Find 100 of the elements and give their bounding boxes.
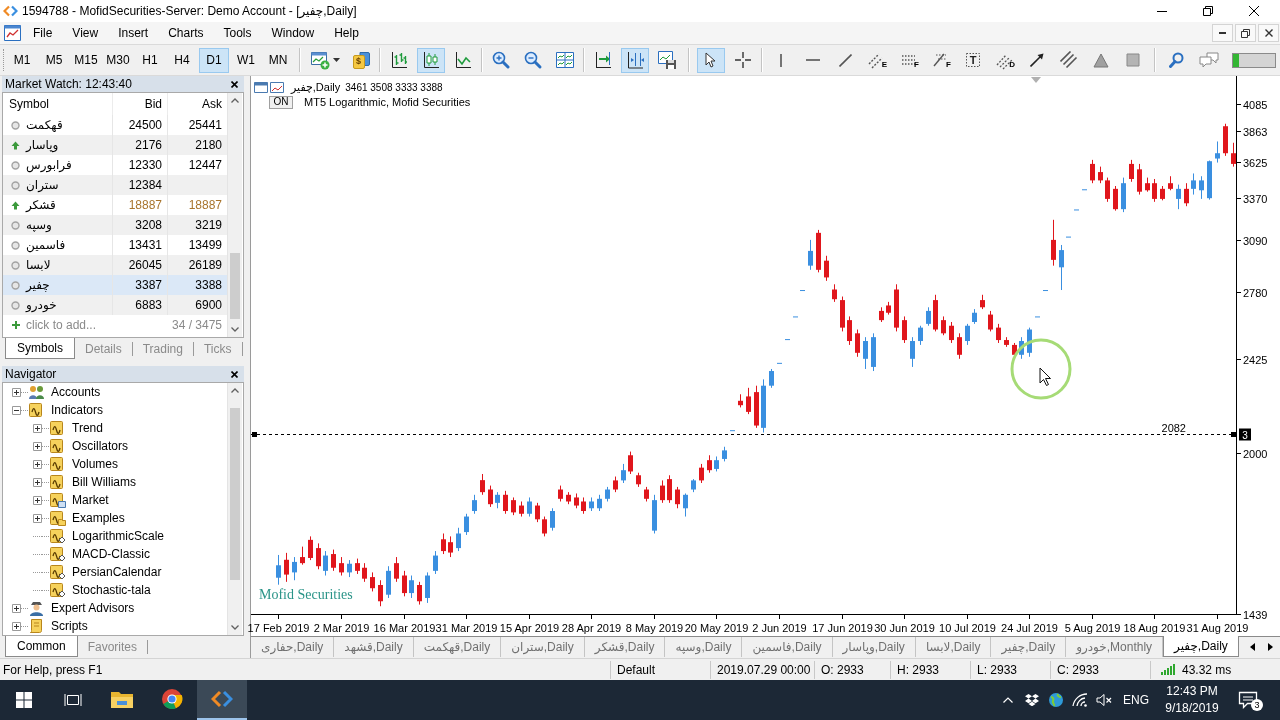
- close-button[interactable]: [229, 369, 239, 379]
- fibo-fan-button[interactable]: F: [927, 47, 955, 73]
- indicator-toggle[interactable]: ON: [269, 95, 293, 109]
- candle-body: [597, 498, 602, 509]
- menu-item[interactable]: Charts: [158, 23, 214, 43]
- chart-window-icon: [254, 82, 286, 93]
- scrollbar-thumb[interactable]: [230, 408, 240, 580]
- chart-tab[interactable]: قشهد,Daily: [334, 637, 414, 657]
- tree-item[interactable]: Market: [72, 491, 109, 509]
- menu-item[interactable]: Help: [324, 23, 369, 43]
- plus-box-icon[interactable]: [33, 495, 42, 505]
- plus-box-icon[interactable]: [33, 423, 42, 433]
- menu-item[interactable]: Tools: [213, 23, 262, 43]
- tree-item[interactable]: LogarithmicScale: [72, 527, 165, 545]
- menu-item[interactable]: Window: [261, 23, 325, 43]
- panel-tab[interactable]: Symbols: [5, 338, 75, 359]
- candle-body: [1223, 126, 1228, 154]
- chart-tab[interactable]: لابسا,Daily: [915, 637, 992, 657]
- timeframe-button[interactable]: D1: [199, 47, 229, 73]
- chart-tab[interactable]: قهکمت,Daily: [413, 637, 502, 657]
- clock[interactable]: 12:43 PM 9/18/2019: [1156, 683, 1228, 717]
- auto-scroll-button[interactable]: [621, 47, 649, 73]
- chart-tab[interactable]: چفیر,Daily: [991, 637, 1067, 657]
- pitchfork-button[interactable]: D: [991, 47, 1019, 73]
- plus-box-icon[interactable]: [33, 513, 42, 523]
- chart-tab[interactable]: حفاری,Daily: [251, 637, 335, 657]
- timeframe-button[interactable]: W1: [231, 47, 261, 73]
- timeframe-button[interactable]: M15: [71, 47, 101, 73]
- profiles-button[interactable]: $: [347, 47, 375, 73]
- timeframe-button[interactable]: MN: [263, 47, 293, 73]
- candle-body: [910, 341, 915, 359]
- taskbar-app[interactable]: [197, 680, 247, 720]
- candle-body: [1051, 239, 1056, 260]
- chart-tab[interactable]: ستران,Daily: [501, 637, 585, 657]
- menu-item[interactable]: View: [62, 23, 109, 43]
- candle-wick: [701, 463, 702, 484]
- plus-box-icon[interactable]: [12, 621, 21, 631]
- tree-item[interactable]: Accounts: [51, 383, 101, 401]
- tick-mark: [654, 614, 655, 620]
- document-minimize-button[interactable]: [1212, 24, 1233, 42]
- tree-item[interactable]: Oscillators: [72, 437, 128, 455]
- date-label: 31 Aug 2019: [1186, 622, 1249, 634]
- tree-item[interactable]: Stochastic-tala: [72, 581, 151, 599]
- caret-down-icon: [333, 58, 340, 62]
- cursor-button[interactable]: [697, 47, 725, 73]
- chevron-down-icon: [231, 625, 239, 630]
- line-handle-icon: [252, 432, 257, 437]
- plus-box-icon[interactable]: [33, 477, 42, 487]
- plus-box-icon[interactable]: [12, 387, 21, 397]
- chart-tab[interactable]: وسپه,Daily: [665, 637, 743, 657]
- price-label: 4085: [1243, 98, 1268, 111]
- horizontal-line-icon: [806, 59, 820, 61]
- minus-box-icon[interactable]: [12, 405, 21, 415]
- plus-box-icon[interactable]: [12, 603, 21, 613]
- candle-body: [621, 470, 626, 481]
- menu-item[interactable]: File: [23, 23, 63, 43]
- timeframe-button[interactable]: M5: [39, 47, 69, 73]
- panel-tab[interactable]: Common: [5, 636, 78, 657]
- tree-item[interactable]: MACD-Classic: [72, 545, 150, 563]
- close-icon: [230, 80, 238, 88]
- chart-tab[interactable]: چفیر,Daily: [1163, 636, 1239, 657]
- tree-item[interactable]: Volumes: [72, 455, 119, 473]
- chart-symbol: چفیر,Daily: [291, 80, 341, 96]
- date-label: 15 Apr 2019: [499, 622, 560, 634]
- language-indicator[interactable]: ENG: [1116, 691, 1156, 709]
- tree-item[interactable]: Indicators: [51, 401, 104, 419]
- tick-mark: [1092, 614, 1093, 620]
- scrollbar[interactable]: [227, 93, 242, 337]
- plus-box-icon[interactable]: [33, 441, 42, 451]
- chart-tab[interactable]: وپاسار,Daily: [832, 637, 916, 657]
- channel-button[interactable]: E: [863, 47, 891, 73]
- timeframe-button[interactable]: M1: [7, 47, 37, 73]
- scrollbar[interactable]: [227, 383, 242, 635]
- text-button[interactable]: T: [959, 47, 987, 73]
- tree-item[interactable]: Bill Williams: [72, 473, 136, 491]
- notification-button[interactable]: 3: [1228, 680, 1268, 720]
- tree-item[interactable]: PersianCalendar: [72, 563, 162, 581]
- candle-body: [386, 570, 391, 595]
- document-restore-button[interactable]: [1235, 24, 1256, 42]
- fibo-button[interactable]: F: [895, 47, 923, 73]
- candle-wick: [685, 493, 686, 518]
- timeframe-button[interactable]: H4: [167, 47, 197, 73]
- close-button[interactable]: [229, 79, 239, 89]
- add-symbol-link[interactable]: click to add...: [26, 316, 97, 334]
- browser-icon: [161, 688, 183, 710]
- function-icon: [49, 456, 66, 472]
- tree-item[interactable]: Examples: [72, 509, 125, 527]
- plus-box-icon[interactable]: [33, 459, 42, 469]
- timeframe-button[interactable]: M30: [103, 47, 133, 73]
- scrollbar-thumb[interactable]: [230, 253, 240, 319]
- chart-tab[interactable]: قشکر,Daily: [584, 637, 666, 657]
- tree-item[interactable]: Expert Advisors: [51, 599, 135, 617]
- menu-item[interactable]: Insert: [108, 23, 159, 43]
- chart-tab[interactable]: فاسمین,Daily: [742, 637, 833, 657]
- tree-item[interactable]: Scripts: [51, 617, 88, 635]
- document-close-button[interactable]: [1258, 24, 1279, 42]
- cursor-icon: [705, 52, 717, 68]
- timeframe-button[interactable]: H1: [135, 47, 165, 73]
- candlesticks-button[interactable]: [417, 47, 445, 73]
- tree-item[interactable]: Trend: [72, 419, 103, 437]
